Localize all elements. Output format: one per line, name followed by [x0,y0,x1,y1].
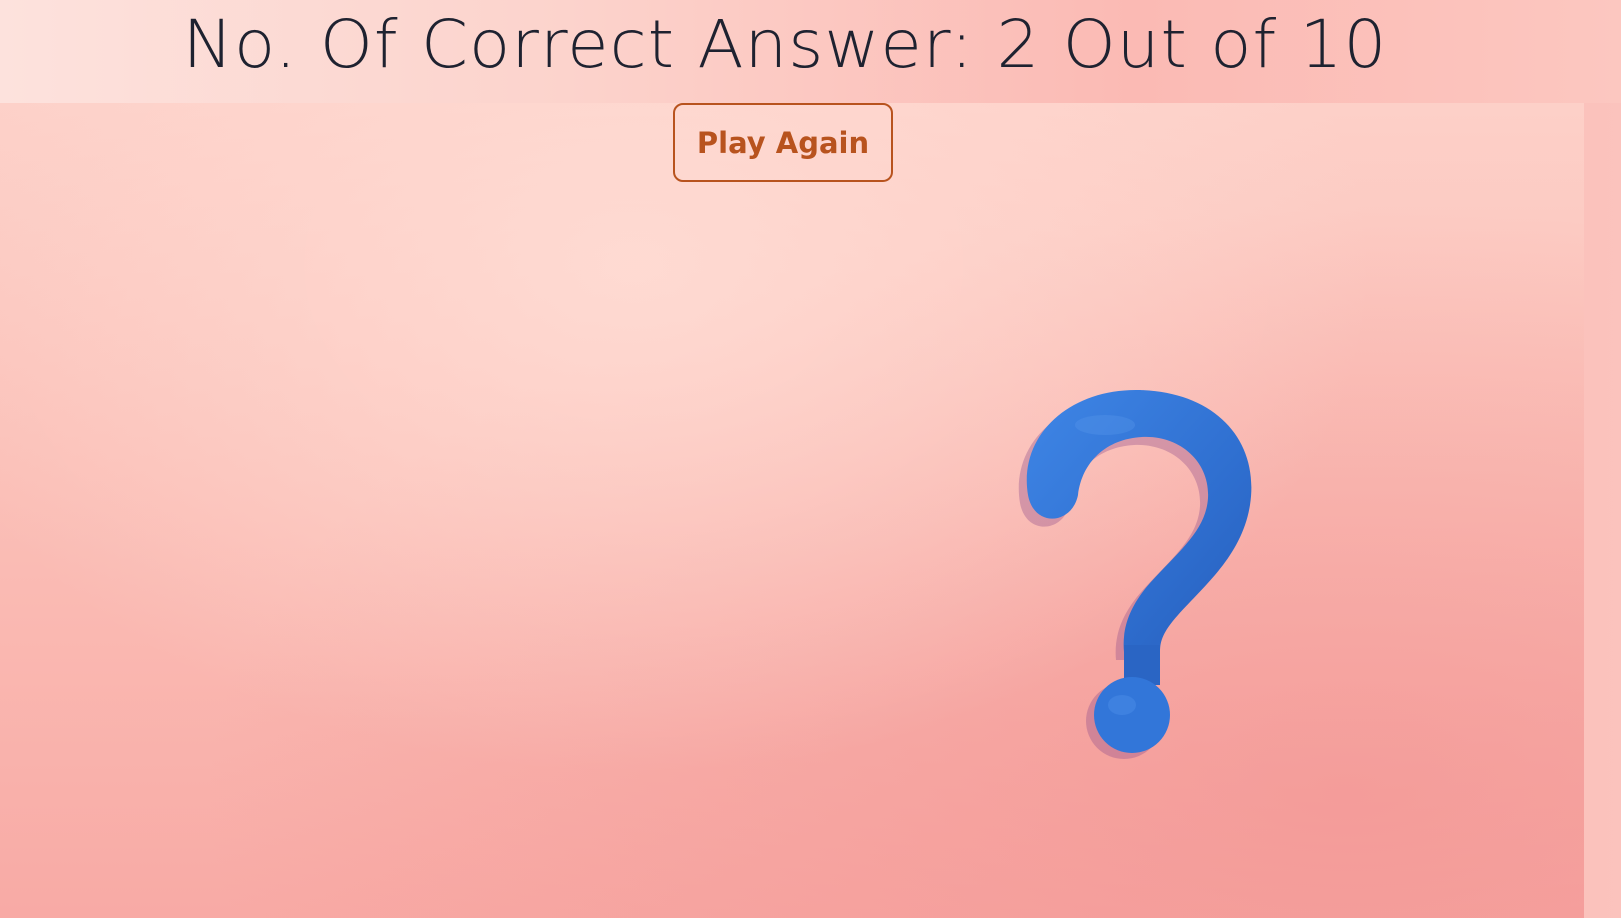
question-mark-icon [1018,389,1252,759]
score-result-heading: No. Of Correct Answer: 2 Out of 10 [182,6,1388,83]
play-again-button[interactable]: Play Again [673,103,893,182]
background-image [0,103,1584,918]
score-header: No. Of Correct Answer: 2 Out of 10 [0,0,1621,103]
